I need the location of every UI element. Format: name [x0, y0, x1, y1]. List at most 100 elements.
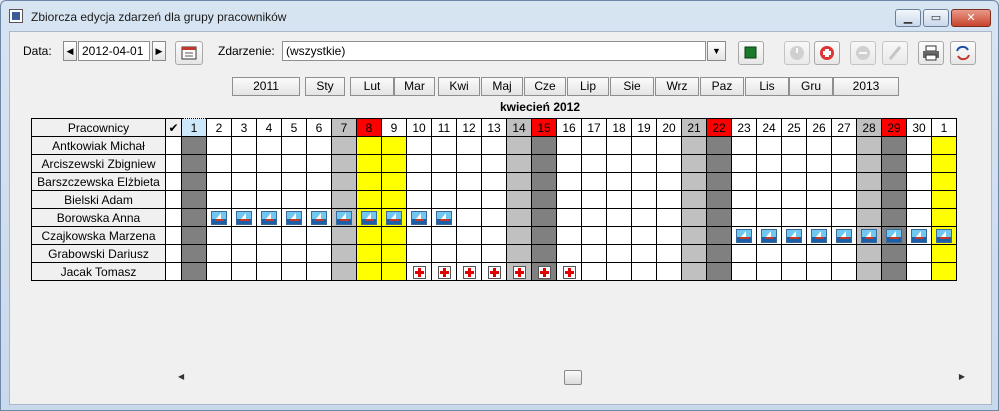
day-cell[interactable]: [931, 262, 957, 281]
day-cell[interactable]: [556, 172, 582, 191]
month-nav-month[interactable]: Wrz: [655, 77, 699, 96]
day-cell[interactable]: [606, 154, 632, 173]
day-cell[interactable]: [931, 172, 957, 191]
day-cell[interactable]: [506, 172, 532, 191]
month-nav-month[interactable]: Mar: [394, 77, 435, 96]
month-nav-month[interactable]: Paz: [700, 77, 744, 96]
day-cell[interactable]: [381, 262, 407, 281]
day-header[interactable]: 18: [606, 118, 632, 137]
day-header[interactable]: 6: [306, 118, 332, 137]
day-cell[interactable]: [881, 208, 907, 227]
day-cell[interactable]: [731, 208, 757, 227]
day-cell[interactable]: [506, 136, 532, 155]
day-cell[interactable]: [756, 208, 782, 227]
day-cell[interactable]: [256, 190, 282, 209]
day-cell[interactable]: [406, 172, 432, 191]
day-cell[interactable]: [906, 190, 932, 209]
day-cell[interactable]: [406, 226, 432, 245]
day-cell[interactable]: [581, 136, 607, 155]
day-cell[interactable]: [681, 208, 707, 227]
day-cell[interactable]: [281, 244, 307, 263]
day-cell[interactable]: [931, 190, 957, 209]
employee-name[interactable]: Arciszewski Zbigniew: [31, 154, 166, 173]
day-cell[interactable]: [506, 262, 532, 281]
day-cell[interactable]: [356, 154, 382, 173]
day-cell[interactable]: [606, 208, 632, 227]
day-header[interactable]: 4: [256, 118, 282, 137]
day-cell[interactable]: [831, 208, 857, 227]
day-cell[interactable]: [581, 190, 607, 209]
month-nav-next-year[interactable]: 2013: [833, 77, 899, 96]
day-cell[interactable]: [206, 208, 232, 227]
day-cell[interactable]: [606, 172, 632, 191]
day-cell[interactable]: [331, 262, 357, 281]
day-cell[interactable]: [181, 208, 207, 227]
day-cell[interactable]: [806, 172, 832, 191]
day-cell[interactable]: [256, 226, 282, 245]
day-header[interactable]: 16: [556, 118, 582, 137]
day-cell[interactable]: [681, 172, 707, 191]
day-cell[interactable]: [681, 154, 707, 173]
day-header[interactable]: 11: [431, 118, 457, 137]
day-cell[interactable]: [256, 154, 282, 173]
day-header[interactable]: 2: [206, 118, 232, 137]
day-cell[interactable]: [306, 208, 332, 227]
day-cell[interactable]: [356, 226, 382, 245]
event-select[interactable]: (wszystkie): [282, 41, 706, 61]
day-cell[interactable]: [806, 262, 832, 281]
day-cell[interactable]: [206, 172, 232, 191]
day-header[interactable]: 30: [906, 118, 932, 137]
day-cell[interactable]: [281, 190, 307, 209]
minimize-button[interactable]: ▁: [895, 9, 921, 27]
day-header[interactable]: 29: [881, 118, 907, 137]
day-cell[interactable]: [381, 154, 407, 173]
day-cell[interactable]: [756, 226, 782, 245]
day-header[interactable]: 14: [506, 118, 532, 137]
remove-event-button[interactable]: [850, 41, 876, 65]
day-cell[interactable]: [831, 136, 857, 155]
day-header[interactable]: 17: [581, 118, 607, 137]
employee-name[interactable]: Czajkowska Marzena: [31, 226, 166, 245]
day-cell[interactable]: [206, 226, 232, 245]
day-cell[interactable]: [881, 190, 907, 209]
day-cell[interactable]: [806, 190, 832, 209]
day-cell[interactable]: [506, 226, 532, 245]
day-header[interactable]: 25: [781, 118, 807, 137]
day-cell[interactable]: [231, 208, 257, 227]
day-cell[interactable]: [306, 226, 332, 245]
day-cell[interactable]: [231, 136, 257, 155]
employee-checkbox[interactable]: [165, 172, 182, 191]
day-cell[interactable]: [856, 154, 882, 173]
day-cell[interactable]: [481, 154, 507, 173]
day-cell[interactable]: [406, 208, 432, 227]
title-bar[interactable]: Zbiorcza edycja zdarzeń dla grupy pracow…: [1, 1, 998, 31]
day-header[interactable]: 8: [356, 118, 382, 137]
month-nav-month[interactable]: Sie: [610, 77, 654, 96]
day-cell[interactable]: [631, 208, 657, 227]
day-cell[interactable]: [381, 226, 407, 245]
day-cell[interactable]: [456, 226, 482, 245]
day-cell[interactable]: [331, 136, 357, 155]
day-cell[interactable]: [431, 172, 457, 191]
day-cell[interactable]: [931, 226, 957, 245]
refresh-button[interactable]: [950, 41, 976, 65]
day-cell[interactable]: [806, 244, 832, 263]
day-cell[interactable]: [331, 190, 357, 209]
next-date-button[interactable]: ▶: [152, 41, 166, 61]
day-cell[interactable]: [231, 172, 257, 191]
day-cell[interactable]: [231, 244, 257, 263]
close-button[interactable]: ✕: [951, 9, 991, 27]
day-cell[interactable]: [856, 172, 882, 191]
day-cell[interactable]: [881, 172, 907, 191]
day-cell[interactable]: [456, 208, 482, 227]
day-header[interactable]: 10: [406, 118, 432, 137]
day-cell[interactable]: [356, 244, 382, 263]
day-cell[interactable]: [731, 154, 757, 173]
day-cell[interactable]: [906, 262, 932, 281]
day-cell[interactable]: [781, 172, 807, 191]
day-cell[interactable]: [306, 172, 332, 191]
month-nav-month[interactable]: Lut: [350, 77, 394, 96]
day-header[interactable]: 15: [531, 118, 557, 137]
month-nav-prev-year[interactable]: 2011: [232, 77, 300, 96]
day-cell[interactable]: [856, 244, 882, 263]
